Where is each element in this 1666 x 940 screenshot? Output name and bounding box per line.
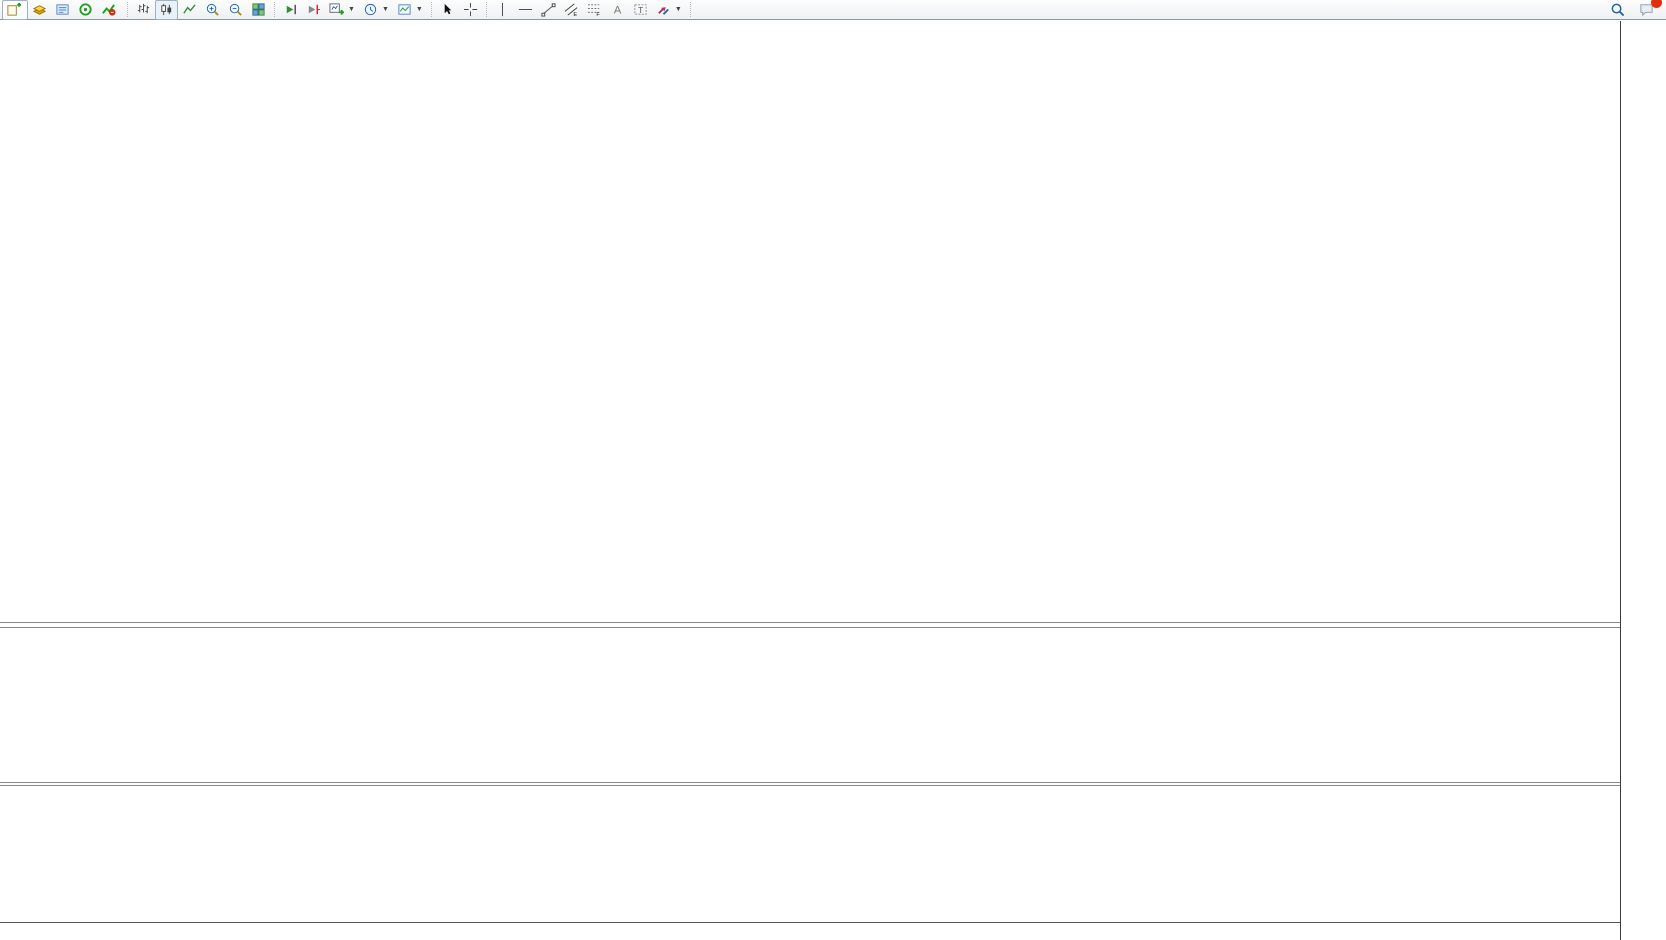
toolbar-separator	[486, 2, 487, 17]
svg-text:F: F	[596, 12, 600, 17]
autotrade-icon	[101, 2, 116, 17]
fibonacci-tool[interactable]: F	[583, 0, 606, 20]
notifications-button[interactable]	[1635, 0, 1658, 20]
trendline-tool[interactable]	[537, 0, 560, 20]
horizontal-line-icon	[518, 2, 533, 17]
new-order-button[interactable]	[2, 0, 28, 20]
toolbar: ▼ ▼ ▼ E F A T ▼	[0, 0, 1666, 20]
macd-plot[interactable]	[0, 628, 1620, 782]
new-chart-dropdown[interactable]: ▼	[325, 0, 359, 20]
toolbar-separator	[431, 2, 432, 17]
zoom-in-icon	[205, 2, 220, 17]
chevron-down-icon: ▼	[675, 6, 682, 13]
notification-badge	[1651, 0, 1662, 8]
template-icon	[397, 2, 412, 17]
chart-shift-button[interactable]	[302, 0, 325, 20]
equidistant-channel-icon: E	[564, 2, 579, 17]
line-chart-button[interactable]	[178, 0, 201, 20]
data-window-icon	[55, 2, 70, 17]
tile-windows-button[interactable]	[247, 0, 270, 20]
signals-button[interactable]	[74, 0, 97, 20]
chart-title	[5, 24, 8, 34]
vertical-line-tool[interactable]	[491, 0, 514, 20]
new-order-icon	[6, 2, 21, 17]
text-label-icon: T	[633, 2, 648, 17]
cursor-button[interactable]	[436, 0, 459, 20]
fibonacci-icon: F	[587, 2, 602, 17]
bar-chart-icon	[136, 2, 151, 17]
cursor-icon	[440, 2, 455, 17]
chart-area	[0, 21, 1666, 940]
zoom-in-button[interactable]	[201, 0, 224, 20]
trendline-icon	[541, 2, 556, 17]
toolbar-separator	[690, 2, 691, 17]
toolbar-right-group	[1606, 0, 1664, 20]
text-icon: A	[610, 2, 625, 17]
equidistant-channel-tool[interactable]: E	[560, 0, 583, 20]
svg-text:E: E	[573, 12, 577, 17]
line-chart-icon	[182, 2, 197, 17]
market-watch-button[interactable]	[28, 0, 51, 20]
text-tool[interactable]: A	[606, 0, 629, 20]
bar-chart-button[interactable]	[132, 0, 155, 20]
chart-shift-icon	[306, 2, 321, 17]
zoom-out-button[interactable]	[224, 0, 247, 20]
autotrade-button[interactable]	[97, 0, 123, 20]
text-label-tool[interactable]: T	[629, 0, 652, 20]
search-icon	[1610, 2, 1625, 17]
main-chart-plot[interactable]	[0, 21, 1620, 622]
main-chart-panel	[0, 21, 1620, 622]
tile-windows-icon	[251, 2, 266, 17]
time-axis[interactable]	[0, 922, 1620, 940]
toolbar-separator	[127, 2, 128, 17]
template-dropdown[interactable]: ▼	[393, 0, 427, 20]
auto-scroll-button[interactable]	[279, 0, 302, 20]
clock-icon	[363, 2, 378, 17]
arrow-shapes-icon	[656, 2, 671, 17]
zoom-out-icon	[228, 2, 243, 17]
signals-icon	[78, 2, 93, 17]
search-button[interactable]	[1606, 0, 1629, 20]
vertical-line-icon	[495, 2, 510, 17]
chevron-down-icon: ▼	[416, 6, 423, 13]
horizontal-line-tool[interactable]	[514, 0, 537, 20]
macd-panel	[0, 628, 1620, 782]
candlestick-chart-button[interactable]	[155, 0, 178, 20]
svg-text:A: A	[614, 4, 622, 16]
price-axis[interactable]	[1620, 21, 1666, 940]
rsi-plot[interactable]	[0, 786, 1620, 922]
svg-text:T: T	[638, 5, 643, 15]
crosshair-icon	[463, 2, 478, 17]
auto-scroll-icon	[283, 2, 298, 17]
data-window-button[interactable]	[51, 0, 74, 20]
toolbar-separator	[274, 2, 275, 17]
candlestick-chart-icon	[159, 2, 174, 17]
rsi-panel	[0, 786, 1620, 922]
chevron-down-icon: ▼	[348, 6, 355, 13]
chevron-down-icon: ▼	[382, 6, 389, 13]
crosshair-button[interactable]	[459, 0, 482, 20]
arrows-dropdown[interactable]: ▼	[652, 0, 686, 20]
new-chart-icon	[329, 2, 344, 17]
market-watch-icon	[32, 2, 47, 17]
period-dropdown[interactable]: ▼	[359, 0, 393, 20]
